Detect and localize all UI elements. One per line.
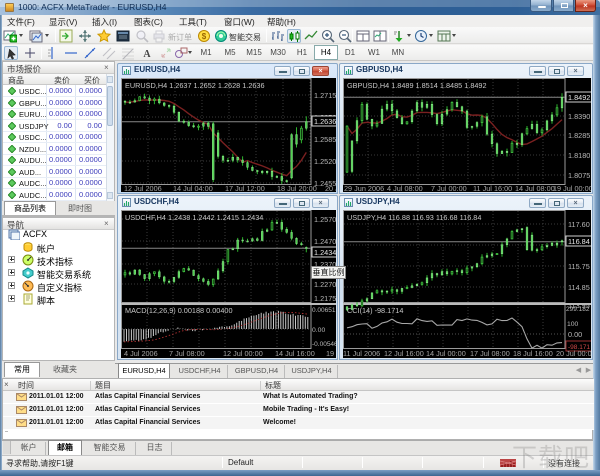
svg-text:A: A bbox=[143, 49, 151, 60]
svg-text:MACD(12,26,9) 0.00188 0.00400: MACD(12,26,9) 0.00188 0.00400 bbox=[125, 306, 233, 315]
svg-text:4 Jul 08:00: 4 Jul 08:00 bbox=[387, 184, 423, 192]
svg-text:116.84: 116.84 bbox=[568, 237, 590, 246]
svg-text:18 Jul 20:00: 18 Jul 20:00 bbox=[277, 184, 317, 192]
svg-text:USDJPY,H4 116.88 116.93 116.6: USDJPY,H4 116.88 116.93 116.68 116.84 bbox=[347, 213, 481, 222]
svg-text:114.85: 114.85 bbox=[568, 283, 590, 292]
svg-text:18 Jul 16:00: 18 Jul 16:00 bbox=[513, 349, 553, 358]
svg-text:USDCHF,H4 1.2438 1.2442 1.241: USDCHF,H4 1.2438 1.2442 1.2415 1.2434 bbox=[125, 213, 263, 222]
svg-text:20 Jul 00:00: 20 Jul 00:00 bbox=[556, 349, 591, 358]
svg-text:GBPUSD,H4 1.8489 1.8514 1.848: GBPUSD,H4 1.8489 1.8514 1.8485 1.8492 bbox=[347, 81, 487, 90]
svg-text:1.2636: 1.2636 bbox=[314, 117, 336, 126]
svg-text:1.8285: 1.8285 bbox=[568, 131, 590, 140]
svg-text:29 Jun 2006: 29 Jun 2006 bbox=[344, 184, 384, 192]
svg-text:4 Jul 2006: 4 Jul 2006 bbox=[124, 349, 158, 358]
svg-text:14 Jul 16:00: 14 Jul 16:00 bbox=[275, 349, 315, 358]
svg-text:1.2585: 1.2585 bbox=[314, 135, 336, 144]
svg-text:17 Jul 12:00: 17 Jul 12:00 bbox=[225, 184, 265, 192]
svg-text:7 Jul 08:00: 7 Jul 08:00 bbox=[169, 349, 205, 358]
svg-text:1.2570: 1.2570 bbox=[314, 215, 336, 224]
svg-text:1.8180: 1.8180 bbox=[568, 151, 590, 160]
svg-text:1.8075: 1.8075 bbox=[568, 171, 590, 180]
svg-text:100: 100 bbox=[567, 321, 579, 328]
svg-text:1.8390: 1.8390 bbox=[568, 112, 590, 121]
svg-text:20 Jul 04:00: 20 Jul 04:00 bbox=[325, 184, 336, 192]
svg-text:0.00651: 0.00651 bbox=[312, 307, 336, 314]
svg-text:17 Jul 08:00: 17 Jul 08:00 bbox=[470, 349, 510, 358]
svg-text:14 Jul 00:00: 14 Jul 00:00 bbox=[426, 349, 466, 358]
svg-text:12 Jul 00:00: 12 Jul 00:00 bbox=[223, 349, 263, 358]
svg-text:1.2470: 1.2470 bbox=[314, 237, 336, 246]
svg-text:14 Jul 04:00: 14 Jul 04:00 bbox=[173, 184, 213, 192]
svg-text:1.2715: 1.2715 bbox=[314, 91, 336, 100]
svg-text:299.182: 299.182 bbox=[566, 306, 590, 313]
svg-text:11 Jul 2006: 11 Jul 2006 bbox=[343, 349, 380, 358]
svg-text:1.2434: 1.2434 bbox=[314, 248, 336, 257]
svg-text:$: $ bbox=[202, 32, 207, 41]
svg-text:117.60: 117.60 bbox=[568, 220, 590, 229]
svg-text:1.2520: 1.2520 bbox=[314, 157, 336, 166]
svg-text:19 Jul 08:00: 19 Jul 08:00 bbox=[326, 349, 336, 358]
svg-text:7 Jul 00:00: 7 Jul 00:00 bbox=[431, 184, 467, 192]
svg-text:11 Jul 16:00: 11 Jul 16:00 bbox=[473, 184, 512, 192]
svg-text:14 Jul 08:00: 14 Jul 08:00 bbox=[515, 184, 555, 192]
svg-text:0.00: 0.00 bbox=[312, 327, 325, 334]
svg-text:1.8492: 1.8492 bbox=[568, 93, 590, 102]
svg-text:-0.00546: -0.00546 bbox=[312, 341, 336, 348]
svg-text:CCI(14) -98.1714: CCI(14) -98.1714 bbox=[347, 306, 403, 315]
svg-text:19 Jul 00:00: 19 Jul 00:00 bbox=[553, 184, 591, 192]
svg-text:115.75: 115.75 bbox=[568, 262, 590, 271]
svg-text:12 Jul 16:00: 12 Jul 16:00 bbox=[384, 349, 424, 358]
svg-text:0.00: 0.00 bbox=[568, 330, 582, 339]
svg-text:EURUSD,H4 1.2637 1.2652 1.262: EURUSD,H4 1.2637 1.2652 1.2628 1.2636 bbox=[125, 81, 265, 90]
svg-text:1.2270: 1.2270 bbox=[314, 280, 336, 289]
svg-text:1.2175: 1.2175 bbox=[314, 294, 336, 303]
svg-text:12 Jul 2006: 12 Jul 2006 bbox=[124, 184, 162, 192]
